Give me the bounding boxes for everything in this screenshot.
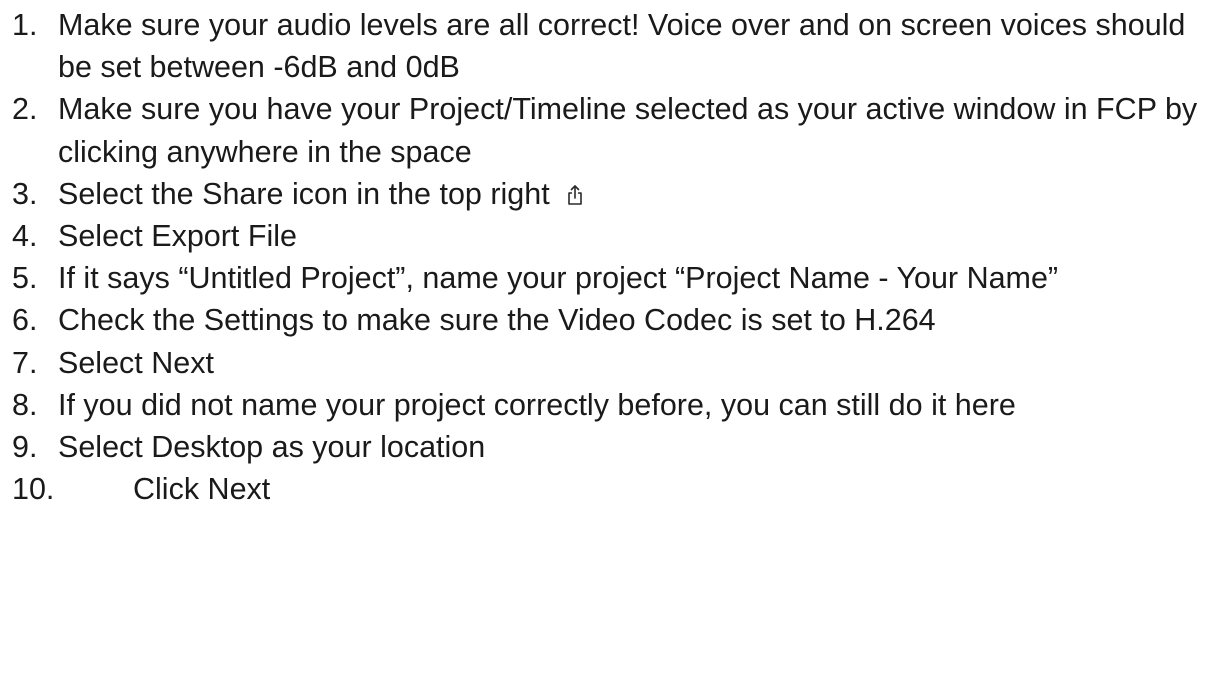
step-text: Select the Share icon in the top right <box>58 176 550 211</box>
list-item-step-3: 3. Select the Share icon in the top righ… <box>0 173 1210 215</box>
list-item-step-1: 1. Make sure your audio levels are all c… <box>0 4 1210 88</box>
step-text: Click Next <box>133 472 271 507</box>
instruction-list: 1. Make sure your audio levels are all c… <box>0 4 1210 510</box>
list-item-step-10: 10. Click Next <box>0 468 1210 510</box>
list-item-step-9: 9. Select Desktop as your location <box>0 426 1210 468</box>
step-text: If you did not name your project correct… <box>58 387 1016 422</box>
step-number: 7. <box>12 345 38 380</box>
step-number: 4. <box>12 219 38 254</box>
step-text: Select Export File <box>58 219 298 254</box>
step-text: Make sure you have your Project/Timeline… <box>58 92 1198 169</box>
share-icon <box>566 184 584 206</box>
list-item-step-7: 7. Select Next <box>0 342 1210 384</box>
step-number: 9. <box>12 430 38 465</box>
list-item-step-8: 8. If you did not name your project corr… <box>0 384 1210 426</box>
step-text: Select Next <box>58 345 214 380</box>
step-number: 2. <box>12 92 38 127</box>
list-item-step-5: 5. If it says “Untitled Project”, name y… <box>0 257 1210 299</box>
step-number: 6. <box>12 303 38 338</box>
document-page: 1. Make sure your audio levels are all c… <box>0 0 1210 681</box>
list-item-step-4: 4. Select Export File <box>0 215 1210 257</box>
step-number: 5. <box>12 261 38 296</box>
step-number: 1. <box>12 8 38 42</box>
list-item-step-2: 2. Make sure you have your Project/Timel… <box>0 88 1210 172</box>
step-text: Check the Settings to make sure the Vide… <box>58 303 936 338</box>
step-number: 8. <box>12 387 38 422</box>
step-number: 3. <box>12 176 38 211</box>
step-number: 10. <box>12 472 55 507</box>
step-text: If it says “Untitled Project”, name your… <box>58 261 1059 296</box>
list-item-step-6: 6. Check the Settings to make sure the V… <box>0 299 1210 341</box>
step-text: Make sure your audio levels are all corr… <box>58 8 1186 85</box>
step-text: Select Desktop as your location <box>58 430 486 465</box>
